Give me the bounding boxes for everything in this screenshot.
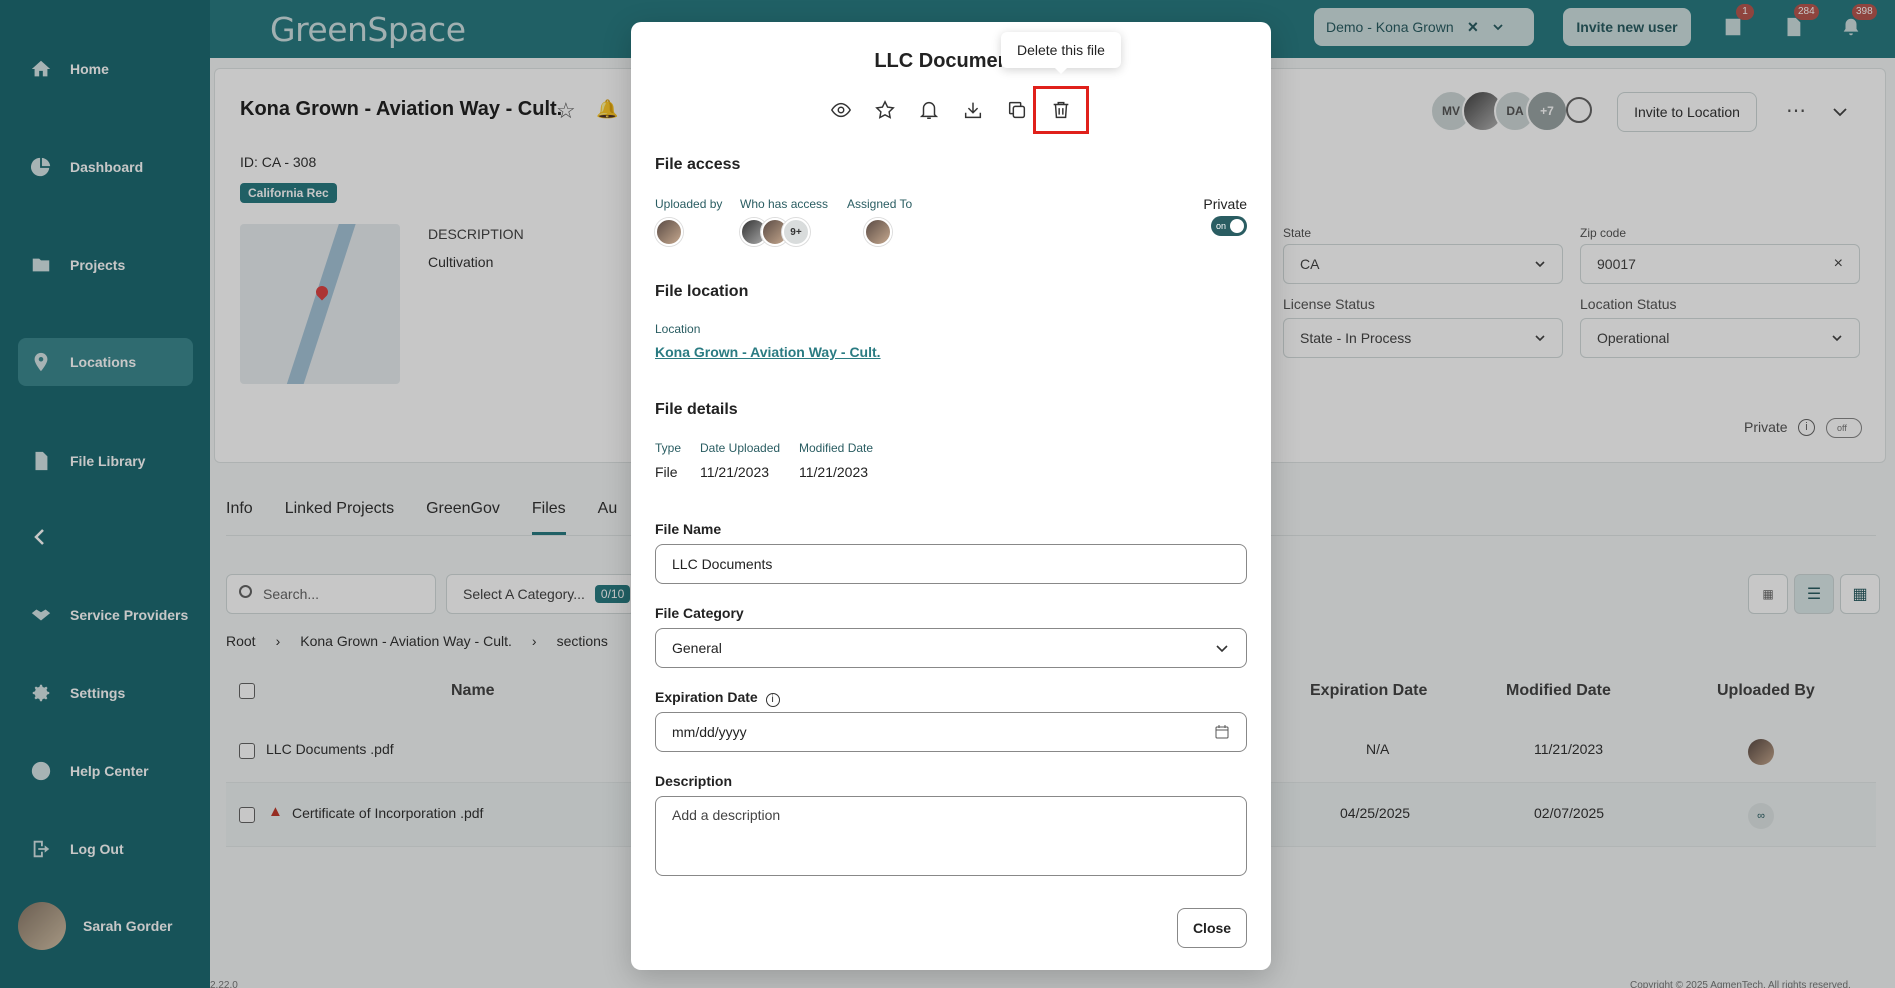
chevron-down-icon [1216,645,1228,653]
type-label: Type [655,441,682,455]
description-label: Description [655,773,733,789]
preview-button[interactable] [829,98,853,122]
notify-button[interactable] [917,98,941,122]
uploaded-by-label: Uploaded by [655,197,723,211]
assigned-to-label: Assigned To [847,197,913,211]
file-category-select[interactable]: General [655,628,1247,668]
modified-date-value: 11/21/2023 [799,464,869,480]
type-value: File [655,464,678,480]
who-has-access-label: Who has access [740,197,829,211]
star-icon [875,100,895,119]
file-name-value: LLC Documents [672,556,773,572]
delete-highlight-box [1033,86,1089,134]
file-name-field[interactable]: LLC Documents [655,544,1247,584]
close-button[interactable]: Close [1177,908,1247,948]
description-placeholder: Add a description [672,807,781,823]
file-access-heading: File access [655,156,741,173]
uploader-avatar[interactable] [655,218,683,246]
file-category-label: File Category [655,605,744,621]
file-details-heading: File details [655,401,738,418]
assignee-avatar[interactable] [864,218,892,246]
calendar-icon[interactable] [1214,724,1230,740]
date-uploaded-value: 11/21/2023 [700,464,770,480]
download-button[interactable] [961,98,985,122]
expiration-date-label: Expiration Date i [655,689,780,707]
download-icon [964,102,982,119]
access-more-count[interactable]: 9+ [782,218,810,246]
location-link[interactable]: Kona Grown - Aviation Way - Cult. [655,344,881,360]
eye-icon [830,102,852,118]
bell-icon [919,102,939,119]
expiration-date-field[interactable]: mm/dd/yyyy [655,712,1247,752]
private-label: Private [1203,196,1247,212]
date-uploaded-label: Date Uploaded [700,441,781,455]
location-label: Location [655,322,701,336]
copy-button[interactable] [1005,98,1029,122]
file-category-value: General [672,640,722,656]
private-toggle[interactable]: on [1211,216,1247,236]
file-name-label: File Name [655,521,722,537]
expiration-date-label-text: Expiration Date [655,689,758,705]
modal-title: LLC Documents [874,50,1028,72]
expiration-date-placeholder: mm/dd/yyyy [672,724,747,740]
copy-icon [1008,101,1026,119]
file-details-modal: LLC Documents Delete this file File acce… [631,22,1271,970]
description-field[interactable]: Add a description [655,796,1247,876]
favorite-button[interactable] [873,98,897,122]
delete-tooltip: Delete this file [1001,32,1121,74]
info-icon[interactable]: i [765,693,780,707]
modified-date-label: Modified Date [799,441,874,455]
file-location-heading: File location [655,283,749,300]
